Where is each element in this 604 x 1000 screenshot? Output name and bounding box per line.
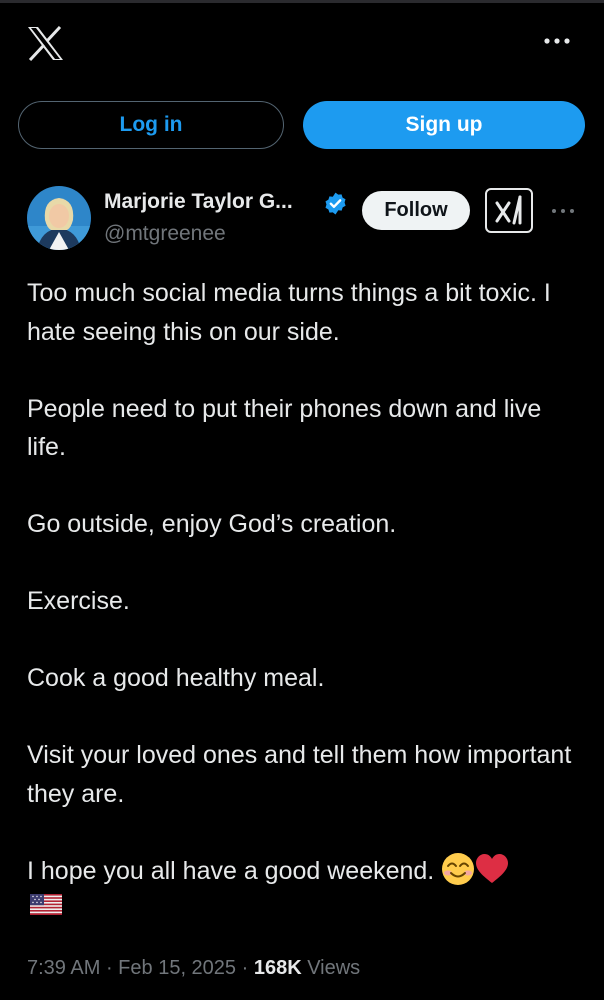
tweet-paragraph: Exercise. — [27, 587, 130, 615]
us-flag-emoji — [30, 894, 62, 915]
verified-badge-icon — [325, 192, 346, 215]
smiling-face-emoji — [442, 852, 475, 885]
tweet-meta: 7:39 AM · Feb 15, 2025 · 168K Views — [27, 957, 360, 980]
more-horizontal-icon[interactable] — [542, 34, 572, 48]
grok-icon — [495, 195, 522, 225]
author-display-name[interactable]: Marjorie Taylor G... — [104, 190, 293, 214]
top-divider — [0, 0, 604, 3]
x-logo-icon[interactable] — [27, 26, 64, 61]
tweet-paragraph: I hope you all have a good weekend. — [27, 852, 577, 891]
tweet-paragraph: People need to put their phones down and… — [27, 394, 542, 462]
author-handle[interactable]: @mtgreenee — [104, 222, 226, 246]
meta-separator: · — [236, 957, 254, 979]
signup-button[interactable]: Sign up — [303, 101, 585, 149]
tweet-time[interactable]: 7:39 AM — [27, 957, 100, 979]
tweet-paragraph: Visit your loved ones and tell them how … — [27, 741, 572, 808]
red-heart-emoji — [476, 853, 509, 883]
tweet-last-line: I hope you all have a good weekend. — [27, 856, 435, 885]
tweet-date[interactable]: Feb 15, 2025 — [118, 957, 236, 979]
login-button[interactable]: Log in — [18, 101, 284, 149]
more-horizontal-icon[interactable] — [551, 206, 575, 216]
tweet-text: Too much social media turns things a bit… — [27, 274, 577, 929]
meta-separator: · — [100, 957, 119, 979]
tweet-paragraph: Cook a good healthy meal. — [27, 664, 325, 692]
follow-button[interactable]: Follow — [362, 191, 470, 230]
flag-line — [27, 890, 577, 929]
avatar[interactable] — [27, 186, 91, 250]
tweet-paragraph: Too much social media turns things a bit… — [27, 279, 551, 346]
grok-button[interactable] — [485, 188, 533, 233]
views-label: Views — [301, 957, 361, 979]
views-count[interactable]: 168K — [254, 957, 302, 979]
tweet-paragraph: Go outside, enjoy God’s creation. — [27, 510, 397, 538]
